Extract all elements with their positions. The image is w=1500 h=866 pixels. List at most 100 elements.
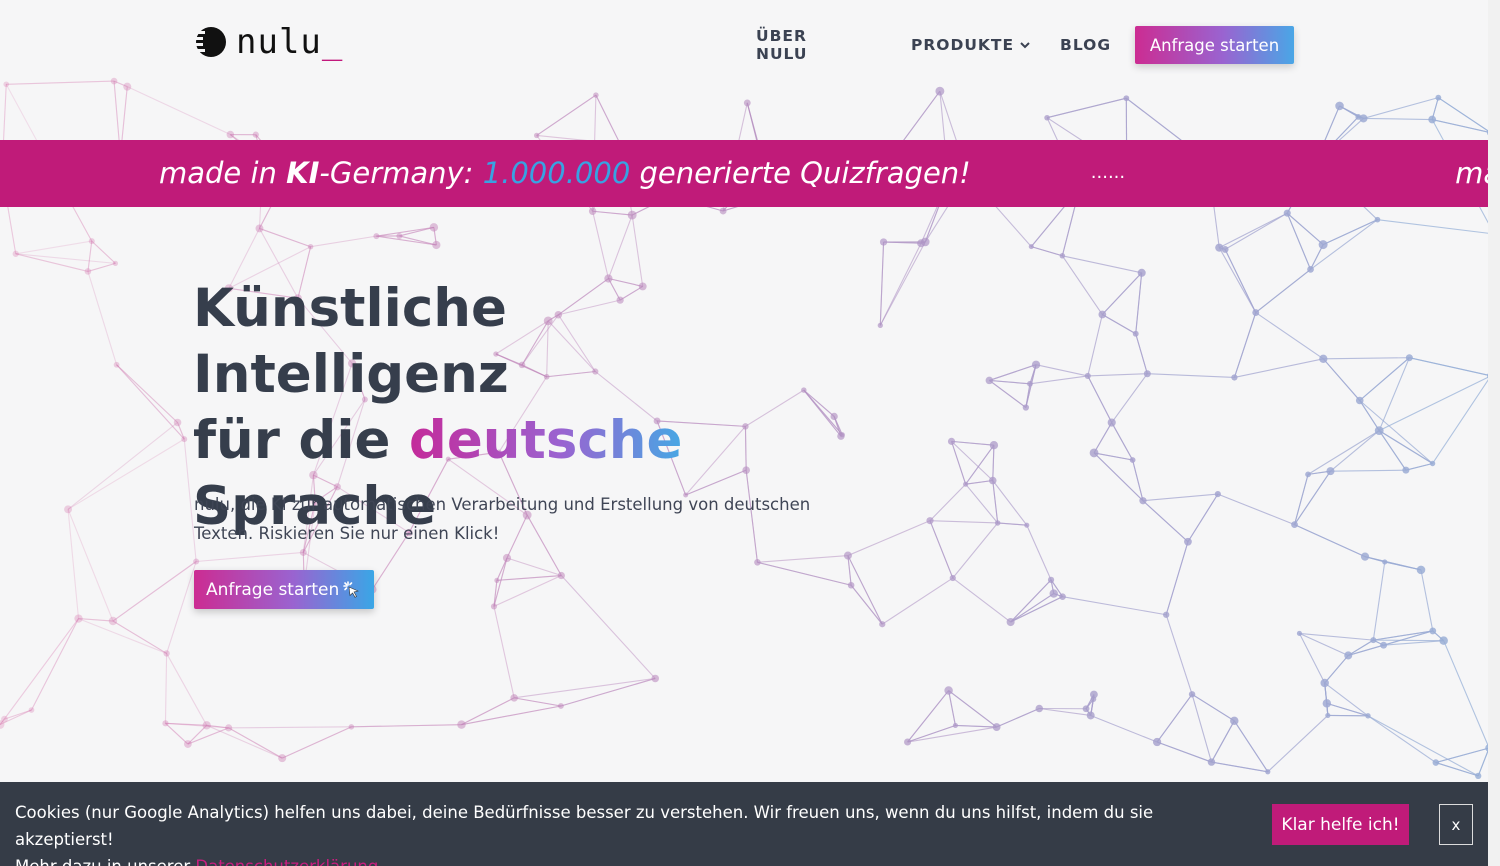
- network-node: [1475, 772, 1482, 780]
- logo[interactable]: nulu_: [193, 25, 343, 59]
- network-line: [1373, 639, 1444, 642]
- network-line: [1330, 469, 1406, 472]
- network-line: [1111, 422, 1134, 461]
- network-node: [510, 694, 518, 702]
- network-node: [843, 551, 852, 560]
- network-line: [1286, 212, 1312, 270]
- network-line: [1363, 97, 1439, 119]
- ticker-text: made in KI-Germany: 1.000.000 generierte…: [159, 156, 1488, 190]
- nav-item-produkte[interactable]: PRODUKTE: [911, 36, 1031, 54]
- network-node: [74, 614, 83, 623]
- network-node: [183, 740, 192, 748]
- network-node: [299, 548, 307, 556]
- network-line: [952, 577, 1011, 623]
- network-line: [351, 724, 462, 728]
- network-line: [1218, 247, 1257, 313]
- network-line: [228, 727, 283, 759]
- ticker-number: 1.000.000: [482, 156, 631, 190]
- network-line: [206, 724, 283, 759]
- network-line: [1432, 118, 1491, 134]
- network-node: [879, 621, 886, 628]
- network-node: [163, 650, 170, 657]
- nav-item-blog[interactable]: BLOG: [1060, 36, 1111, 54]
- network-line: [1359, 400, 1380, 431]
- network-node: [1374, 216, 1381, 223]
- network-line: [757, 555, 848, 563]
- network-node: [1416, 565, 1426, 575]
- logo-mark-icon: [193, 25, 227, 59]
- network-line: [1255, 312, 1324, 360]
- network-line: [1359, 357, 1410, 401]
- network-node: [181, 436, 188, 443]
- privacy-policy-link[interactable]: Datenschutzerklärung: [195, 857, 378, 866]
- network-line: [1101, 272, 1143, 315]
- network-node: [1059, 593, 1066, 600]
- network-node: [985, 376, 994, 385]
- network-line: [1367, 715, 1479, 777]
- network-node: [108, 616, 118, 626]
- network-line: [1294, 524, 1366, 558]
- nav-anfrage-button[interactable]: Anfrage starten: [1135, 26, 1294, 64]
- nav-item-ueber-nulu[interactable]: ÜBER NULU: [756, 27, 807, 63]
- network-line: [1210, 720, 1235, 763]
- network-node: [1305, 471, 1311, 478]
- cookie-accept-button[interactable]: Klar helfe ich!: [1272, 804, 1409, 845]
- network-node: [12, 250, 19, 257]
- network-line: [757, 561, 852, 586]
- network-line: [592, 210, 633, 216]
- network-line: [67, 509, 80, 619]
- network-line: [1035, 364, 1088, 377]
- network-node: [1344, 651, 1353, 660]
- network-node: [1086, 711, 1095, 720]
- scrollbar[interactable]: [1488, 0, 1500, 866]
- network-line: [1029, 375, 1088, 385]
- network-node: [627, 210, 637, 220]
- network-node: [1355, 396, 1364, 405]
- network-node: [1322, 699, 1332, 708]
- network-line: [1367, 715, 1437, 764]
- network-node: [989, 441, 999, 450]
- ticker-banner: made in KI-Germany: 1.000.000 generierte…: [0, 140, 1488, 207]
- network-line: [1031, 246, 1063, 257]
- network-node: [1214, 491, 1221, 498]
- hero-anfrage-button[interactable]: Anfrage starten: [194, 570, 374, 609]
- cookie-banner: Cookies (nur Google Analytics) helfen un…: [0, 782, 1488, 866]
- network-line: [165, 722, 189, 745]
- network-line: [1156, 693, 1193, 743]
- network-line: [1093, 422, 1113, 454]
- network-line: [1111, 373, 1148, 423]
- network-line: [1438, 97, 1492, 134]
- cookie-close-button[interactable]: x: [1439, 804, 1473, 845]
- network-node: [1035, 704, 1044, 713]
- network-node: [651, 674, 660, 683]
- network-node: [252, 131, 259, 138]
- network-line: [1132, 459, 1144, 501]
- network-node: [193, 558, 200, 565]
- network-line: [1299, 632, 1374, 641]
- network-node: [1382, 559, 1388, 565]
- network-node: [1215, 243, 1224, 252]
- network-line: [1046, 97, 1127, 119]
- network-line: [1324, 682, 1369, 717]
- network-line: [948, 690, 997, 728]
- network-node: [112, 260, 119, 266]
- network-node: [373, 233, 380, 240]
- network-node: [1084, 372, 1091, 379]
- network-line: [989, 379, 1031, 385]
- network-node: [1082, 705, 1090, 713]
- network-line: [1378, 357, 1410, 431]
- cookie-text: Cookies (nur Google Analytics) helfen un…: [15, 799, 1235, 866]
- network-node: [1319, 354, 1328, 363]
- network-node: [1098, 310, 1107, 319]
- network-node: [1188, 691, 1196, 698]
- network-node: [1163, 611, 1170, 618]
- network-node: [502, 553, 512, 563]
- network-line: [1211, 761, 1268, 773]
- network-node: [1152, 737, 1162, 747]
- network-line: [1087, 314, 1103, 377]
- network-node: [1291, 521, 1298, 528]
- network-node: [1326, 467, 1335, 476]
- network-line: [847, 520, 931, 557]
- network-node: [1129, 457, 1136, 463]
- network-node: [1307, 266, 1314, 273]
